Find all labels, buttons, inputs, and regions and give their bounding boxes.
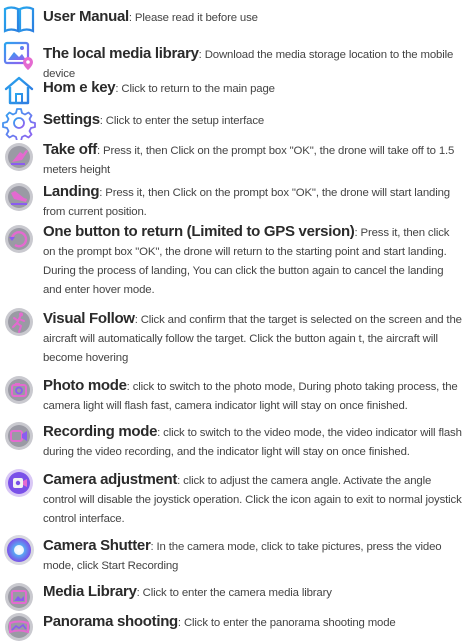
entry-desc: : Press it, then Click on the prompt box… <box>43 145 455 176</box>
photo-mode-icon <box>2 373 36 407</box>
media-library-icon <box>2 580 36 614</box>
entry-text: Take off: Press it, then Click on the pr… <box>43 140 464 180</box>
entry-title: Visual Follow <box>43 310 135 327</box>
book-icon <box>2 2 36 36</box>
entry-title: Camera Shutter <box>43 537 151 554</box>
entry-title: Take off <box>43 141 97 158</box>
entry-desc: : Click to enter the setup interface <box>99 115 265 127</box>
entry-title: Recording mode <box>43 423 158 440</box>
takeoff-icon <box>2 140 36 174</box>
entry-text: Settings: Click to enter the setup inter… <box>43 110 464 131</box>
entry-title: One button to return (Limited to GPS ver… <box>43 223 355 240</box>
gallery-location-icon <box>2 39 36 73</box>
panorama-icon <box>2 610 36 644</box>
manual-page: { "entries": [ { "name": "User Manual", … <box>0 0 470 641</box>
entry-title: Camera adjustment <box>43 471 178 488</box>
entry-desc: : Click to enter the camera media librar… <box>136 587 332 599</box>
entry-text: Camera Shutter: In the camera mode, clic… <box>43 536 464 576</box>
entry-title: Media Library <box>43 583 137 600</box>
entry-desc: : Click to return to the main page <box>115 83 275 95</box>
landing-icon <box>2 180 36 214</box>
entry-title: The local media library <box>43 45 199 62</box>
entry-text: Camera adjustment: click to adjust the c… <box>43 470 464 529</box>
video-mode-icon <box>2 419 36 453</box>
entry-text: Recording mode: click to switch to the v… <box>43 422 464 462</box>
entry-text: Landing: Press it, then Click on the pro… <box>43 182 464 222</box>
entry-text: User Manual: Please read it before use <box>43 7 464 28</box>
entry-text: Media Library: Click to enter the camera… <box>43 582 464 603</box>
entry-text: Visual Follow: Click and confirm that th… <box>43 309 464 368</box>
entry-text: One button to return (Limited to GPS ver… <box>43 222 464 300</box>
entry-text: Photo mode: click to switch to the photo… <box>43 376 464 416</box>
shutter-icon <box>2 533 36 567</box>
entry-desc: : Click to enter the panorama shooting m… <box>177 617 396 629</box>
camera-adjust-icon <box>2 466 36 500</box>
follow-icon <box>2 305 36 339</box>
entry-title: User Manual <box>43 8 129 25</box>
entry-title: Landing <box>43 183 100 200</box>
entry-text: Panorama shooting: Click to enter the pa… <box>43 612 464 633</box>
entry-title: Hom e key <box>43 79 116 96</box>
entry-desc: : Press it, then Click on the prompt box… <box>43 187 450 218</box>
entry-title: Settings <box>43 111 100 128</box>
entry-title: Photo mode <box>43 377 127 394</box>
gear-icon <box>2 106 36 140</box>
entry-text: Hom e key: Click to return to the main p… <box>43 78 464 99</box>
return-home-icon <box>2 222 36 256</box>
home-icon <box>2 73 36 107</box>
entry-desc: : Please read it before use <box>128 12 258 24</box>
entry-title: Panorama shooting <box>43 613 178 630</box>
